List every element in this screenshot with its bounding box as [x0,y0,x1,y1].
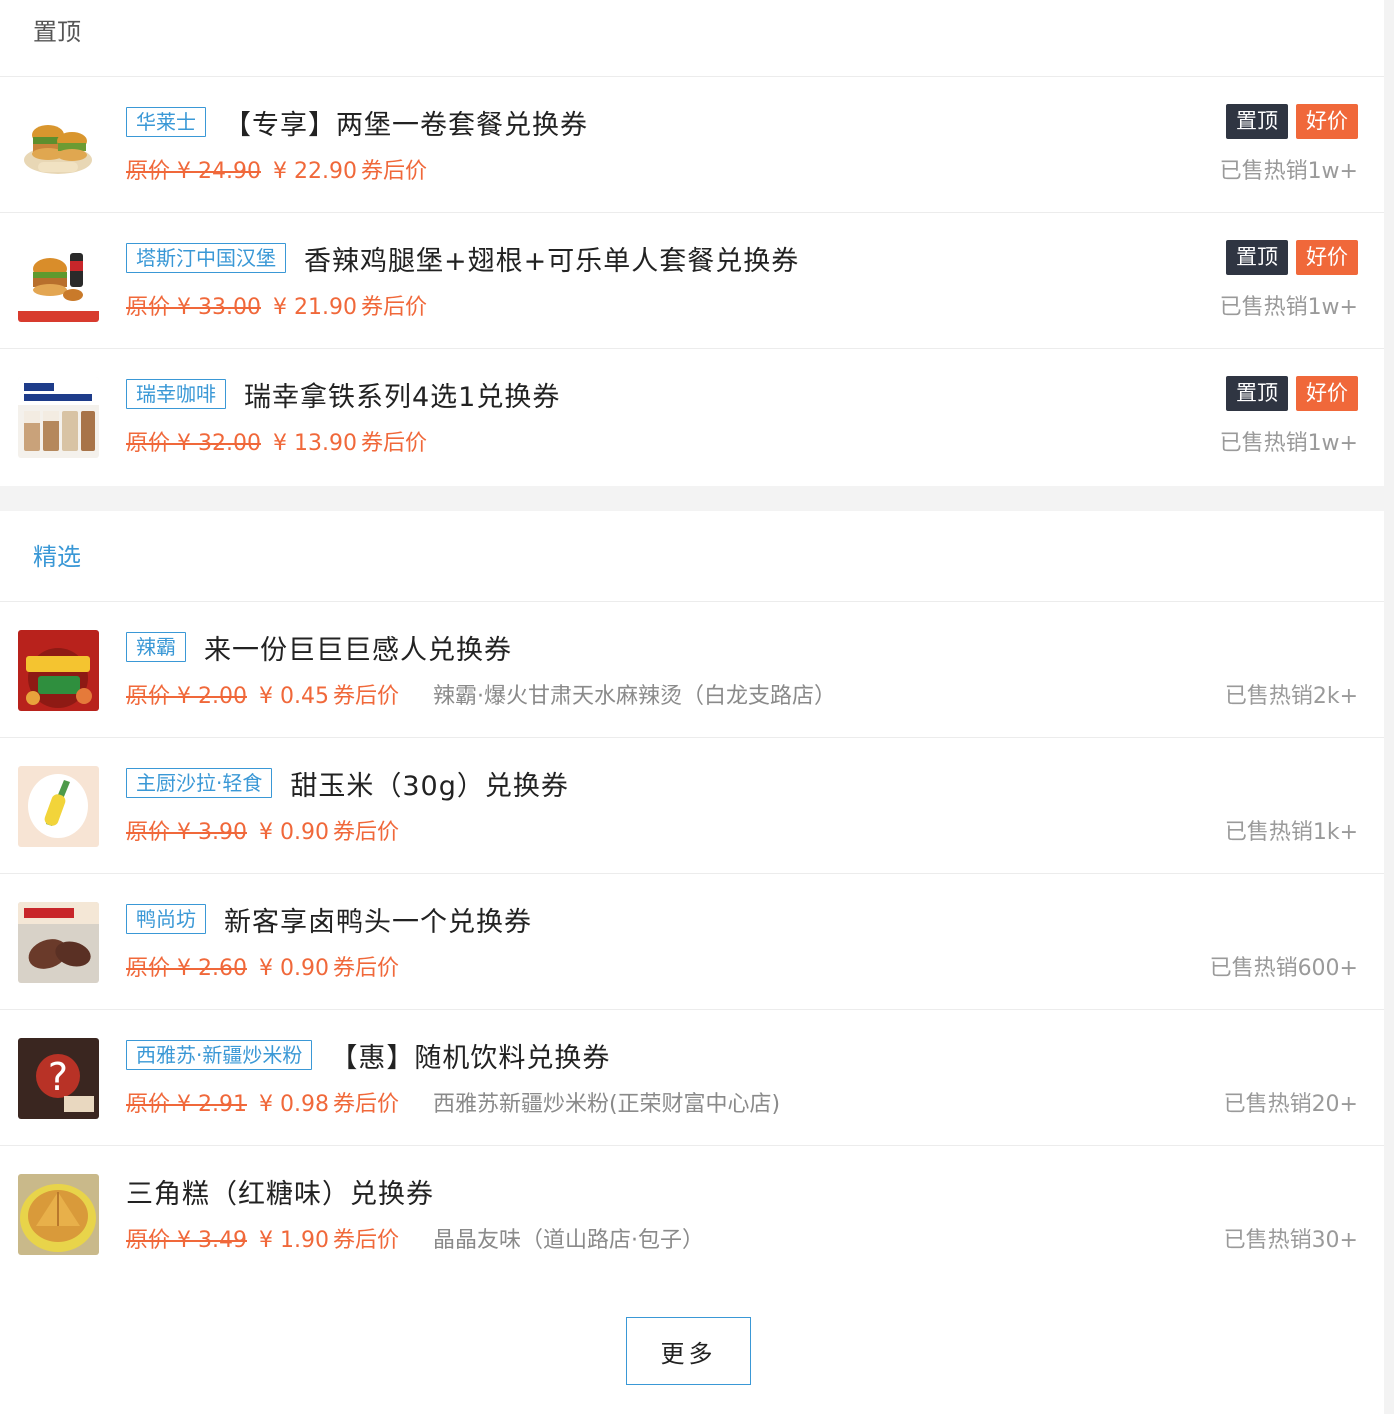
mystery-drink-image: ? [18,1038,99,1119]
shop-tag[interactable]: 塔斯汀中国汉堡 [126,243,286,273]
original-price: 原价 ¥ 33.00 [126,295,261,320]
item-title[interactable]: 来一份巨巨巨感人兑换券 [204,628,512,667]
sold-count: 已售热销600+ [1209,956,1358,981]
original-price: 原价 ¥ 3.49 [126,1228,247,1253]
triangle-cake-image [18,1174,99,1255]
more-wrapper: 更多 [626,1317,751,1385]
section-title-featured: 精选 [0,511,1384,602]
original-price: 原价 ¥ 2.91 [126,1092,247,1117]
pinned-badge: 置顶 [1226,104,1288,139]
good-deal-badge: 好价 [1296,376,1358,411]
item-title[interactable]: 香辣鸡腿堡+翅根+可乐单人套餐兑换券 [304,239,799,278]
sold-count: 已售热销1w+ [1219,295,1358,320]
original-price: 原价 ¥ 24.90 [126,159,261,184]
shop-tag[interactable]: 辣霸 [126,632,186,662]
coupon-price: ¥ 1.90 [258,1228,329,1253]
price-note: 券后价 [360,431,427,456]
coupon-price: ¥ 21.90 [272,295,357,320]
original-price: 原价 ¥ 3.90 [126,820,247,845]
latte-image [18,377,99,458]
list-item[interactable]: 三角糕（红糖味）兑换券 原价 ¥ 3.49 ¥ 1.90 券后价 晶晶友味（道山… [0,1146,1384,1282]
item-title[interactable]: 新客享卤鸭头一个兑换券 [224,900,532,939]
shop-tag[interactable]: 西雅苏·新疆炒米粉 [126,1040,313,1070]
coupon-price: ¥ 22.90 [272,159,357,184]
pinned-badge: 置顶 [1226,376,1288,411]
item-title[interactable]: 【惠】随机饮料兑换券 [330,1036,610,1075]
duck-head-image [18,902,99,983]
sold-count: 已售热销30+ [1223,1228,1358,1253]
shop-tag[interactable]: 鸭尚坊 [126,904,206,934]
coupon-price: ¥ 13.90 [272,431,357,456]
sold-count: 已售热销2k+ [1224,684,1358,709]
item-title[interactable]: 甜玉米（30g）兑换券 [290,764,569,803]
pinned-section: 置顶 华莱士 【专享】两堡一卷套餐兑换券 原价 ¥ 24.90 ¥ 22.90 [0,0,1384,486]
store-name[interactable]: 辣霸·爆火甘肃天水麻辣烫（白龙支路店） [433,682,836,712]
shop-tag[interactable]: 华莱士 [126,107,206,137]
price-note: 券后价 [360,159,427,184]
coupon-price: ¥ 0.45 [258,684,329,709]
list-item[interactable]: 主厨沙拉·轻食 甜玉米（30g）兑换券 原价 ¥ 3.90 ¥ 0.90 券后价… [0,738,1384,874]
original-price: 原价 ¥ 32.00 [126,431,261,456]
corn-image [18,766,99,847]
pinned-badge: 置顶 [1226,240,1288,275]
sold-count: 已售热销1w+ [1219,431,1358,456]
item-title[interactable]: 瑞幸拿铁系列4选1兑换券 [244,375,560,414]
store-name[interactable]: 晶晶友味（道山路店·包子） [433,1226,704,1256]
list-item[interactable]: 辣霸 来一份巨巨巨感人兑换券 原价 ¥ 2.00 ¥ 0.45 券后价 辣霸·爆… [0,602,1384,738]
sold-count: 已售热销1k+ [1224,820,1358,845]
list-item[interactable]: 瑞幸咖啡 瑞幸拿铁系列4选1兑换券 原价 ¥ 32.00 ¥ 13.90 券后价… [0,349,1384,485]
featured-section: 精选 辣霸 来一份巨巨巨感人兑换券 原价 ¥ 2.00 ¥ 0.45 券后价 辣… [0,511,1384,1414]
list-item[interactable]: 塔斯汀中国汉堡 香辣鸡腿堡+翅根+可乐单人套餐兑换券 原价 ¥ 33.00 ¥ … [0,213,1384,349]
burger-cola-image [18,241,99,322]
sold-count: 已售热销20+ [1223,1092,1358,1117]
price-note: 券后价 [332,684,399,709]
list-item[interactable]: 华莱士 【专享】两堡一卷套餐兑换券 原价 ¥ 24.90 ¥ 22.90 券后价… [0,77,1384,213]
price-note: 券后价 [332,1228,399,1253]
sold-count: 已售热销1w+ [1219,159,1358,184]
original-price: 原价 ¥ 2.60 [126,956,247,981]
coupon-price: ¥ 0.90 [258,820,329,845]
shop-tag[interactable]: 主厨沙拉·轻食 [126,768,273,798]
price-note: 券后价 [332,820,399,845]
original-price: 原价 ¥ 2.00 [126,684,247,709]
list-item[interactable]: ? 西雅苏·新疆炒米粉 【惠】随机饮料兑换券 原价 ¥ 2.91 ¥ 0.98 … [0,1010,1384,1146]
price-note: 券后价 [332,1092,399,1117]
more-button[interactable]: 更多 [626,1317,751,1385]
good-deal-badge: 好价 [1296,104,1358,139]
coupon-price: ¥ 0.98 [258,1092,329,1117]
price-note: 券后价 [332,956,399,981]
item-title[interactable]: 【专享】两堡一卷套餐兑换券 [224,103,588,142]
coupon-price: ¥ 0.90 [258,956,329,981]
svg-text:?: ? [48,1055,68,1099]
store-name[interactable]: 西雅苏新疆炒米粉(正荣财富中心店) [433,1090,780,1120]
good-deal-badge: 好价 [1296,240,1358,275]
list-item[interactable]: 鸭尚坊 新客享卤鸭头一个兑换券 原价 ¥ 2.60 ¥ 0.90 券后价 已售热… [0,874,1384,1010]
item-title[interactable]: 三角糕（红糖味）兑换券 [126,1172,434,1211]
section-title-pinned: 置顶 [0,0,1384,77]
shop-tag[interactable]: 瑞幸咖啡 [126,379,226,409]
burger-combo-image [18,105,99,186]
spicy-pot-image [18,630,99,711]
price-note: 券后价 [360,295,427,320]
